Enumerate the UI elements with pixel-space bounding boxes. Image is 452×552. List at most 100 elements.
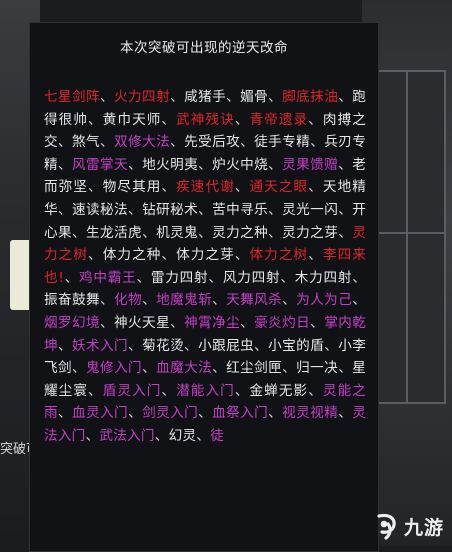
skill-separator: 、 [268, 156, 283, 173]
skill-separator: 、 [88, 382, 103, 399]
skill-item: 幻灵 [168, 427, 197, 444]
skill-item: 七星剑阵 [44, 89, 101, 105]
skill-separator: 、 [198, 156, 213, 173]
skill-separator: 、 [308, 382, 323, 399]
skill-separator: 、 [170, 314, 185, 331]
skill-item: 化物 [114, 292, 143, 309]
skill-item: 振奋鼓舞 [44, 292, 101, 309]
skill-separator: 、 [161, 179, 177, 196]
skill-item: 苦中寻乐 [212, 201, 269, 218]
skill-item: 咸猪手 [184, 89, 227, 105]
skill-item: 潜能入门 [176, 382, 235, 399]
skill-item: 地火明夷 [142, 156, 199, 173]
skill-separator: 、 [240, 134, 255, 151]
skill-item: 钻研秘术 [142, 201, 199, 218]
skill-item: 徒手专精 [254, 134, 311, 151]
skill-item: 灵果馈赠 [282, 156, 339, 173]
skill-separator: 、 [198, 405, 213, 422]
skill-separator: 、 [234, 111, 250, 128]
skill-separator: 、 [128, 201, 143, 218]
skill-item: 小宝的盾 [268, 337, 325, 354]
skill-separator: 、 [100, 134, 115, 151]
skill-item: 灵力之芽 [282, 224, 339, 241]
skill-item: 生龙活虎 [86, 224, 143, 241]
skill-separator: 、 [234, 247, 250, 264]
skill-separator: 、 [198, 201, 213, 218]
skill-separator: 、 [310, 134, 325, 151]
skill-separator: 、 [338, 405, 353, 422]
skill-item: 通天之眼 [249, 179, 309, 196]
skill-item: 血魔大法 [156, 360, 213, 377]
skill-separator: 、 [282, 292, 297, 309]
destiny-panel: 本次突破可出现的逆天改命 七星剑阵、火力四射、咸猪手、媚骨、脚底抹油、跑得很帅、… [29, 22, 379, 552]
skill-separator: 、 [234, 382, 250, 399]
skill-item: 风雷掌天 [72, 156, 129, 173]
skill-separator: 、 [154, 427, 169, 444]
skill-item: 豪炎灼日 [254, 314, 311, 331]
skill-separator: 、 [161, 247, 177, 264]
nine-game-logo-icon [373, 512, 401, 540]
skill-separator: 、 [212, 360, 227, 377]
skill-separator: 、 [208, 269, 223, 286]
watermark: 九游 [373, 512, 444, 540]
skill-item: 归一决 [296, 360, 339, 377]
skill-item: 物尽其用 [102, 179, 162, 196]
skill-separator: 、 [196, 427, 211, 444]
skill-separator: 、 [58, 134, 73, 151]
skill-separator: 、 [338, 224, 353, 241]
skill-separator: 、 [58, 337, 73, 354]
skill-separator: 、 [100, 292, 115, 309]
skill-item: 灵力之种 [212, 224, 269, 241]
skill-item: 灵光一闪 [282, 201, 339, 218]
skill-separator: 、 [338, 156, 353, 173]
skill-separator: 、 [142, 292, 157, 309]
skill-separator: 、 [64, 269, 79, 286]
skill-separator: 、 [142, 224, 157, 241]
skill-item: 青帝遗录 [249, 111, 309, 128]
skill-separator: 、 [58, 405, 73, 422]
skill-item: 红尘剑匣 [226, 360, 283, 377]
skill-item: 血祭入门 [212, 405, 269, 422]
skill-separator: 、 [161, 111, 177, 128]
skill-item: 脚底抹油 [282, 89, 339, 105]
panel-title: 本次突破可出现的逆天改命 [120, 40, 288, 56]
skill-separator: 、 [198, 224, 213, 241]
skill-item: 机灵鬼 [156, 224, 199, 241]
skill-separator: 、 [100, 314, 115, 331]
skill-item: 速读秘法 [72, 201, 129, 218]
skill-item: 剑灵入门 [142, 405, 199, 422]
skill-separator: 、 [308, 179, 323, 196]
skill-separator: 、 [268, 201, 283, 218]
skill-separator: 、 [100, 89, 115, 105]
skill-item: 炉火中烧 [212, 156, 269, 173]
skill-separator: 、 [128, 337, 143, 354]
skill-item: 小跟屁虫 [198, 337, 255, 354]
skill-separator: 、 [240, 314, 255, 331]
skill-item: 神霄净尘 [184, 314, 241, 331]
skill-separator: 、 [184, 337, 199, 354]
skill-item: 地魔鬼斩 [156, 292, 213, 309]
skill-item: 先受后攻 [184, 134, 241, 151]
skill-item: 木力四射 [294, 269, 353, 286]
skill-item: 天舞风杀 [226, 292, 283, 309]
watermark-text: 九游 [403, 516, 444, 539]
skill-separator: 、 [88, 247, 103, 264]
skill-separator: 、 [85, 427, 100, 444]
background-window [370, 70, 446, 404]
skill-item: 鬼修入门 [86, 360, 143, 377]
skill-item: 神火天星 [114, 314, 171, 331]
skill-item: 武法入门 [99, 427, 155, 444]
skill-separator: 、 [88, 111, 103, 128]
skill-item: 雷力四射 [150, 269, 209, 286]
skill-separator: 、 [72, 224, 87, 241]
skill-item: 妖术入门 [72, 337, 129, 354]
skill-item: 烟罗幻境 [44, 314, 101, 331]
skill-separator: 、 [338, 89, 353, 105]
skill-separator: 、 [170, 89, 185, 105]
skill-separator: 、 [308, 247, 323, 264]
skill-separator: 、 [310, 314, 325, 331]
skill-item: 双修大法 [114, 134, 171, 151]
skill-separator: 、 [254, 337, 269, 354]
skill-separator: 、 [338, 360, 353, 377]
skill-separator: 、 [128, 156, 143, 173]
